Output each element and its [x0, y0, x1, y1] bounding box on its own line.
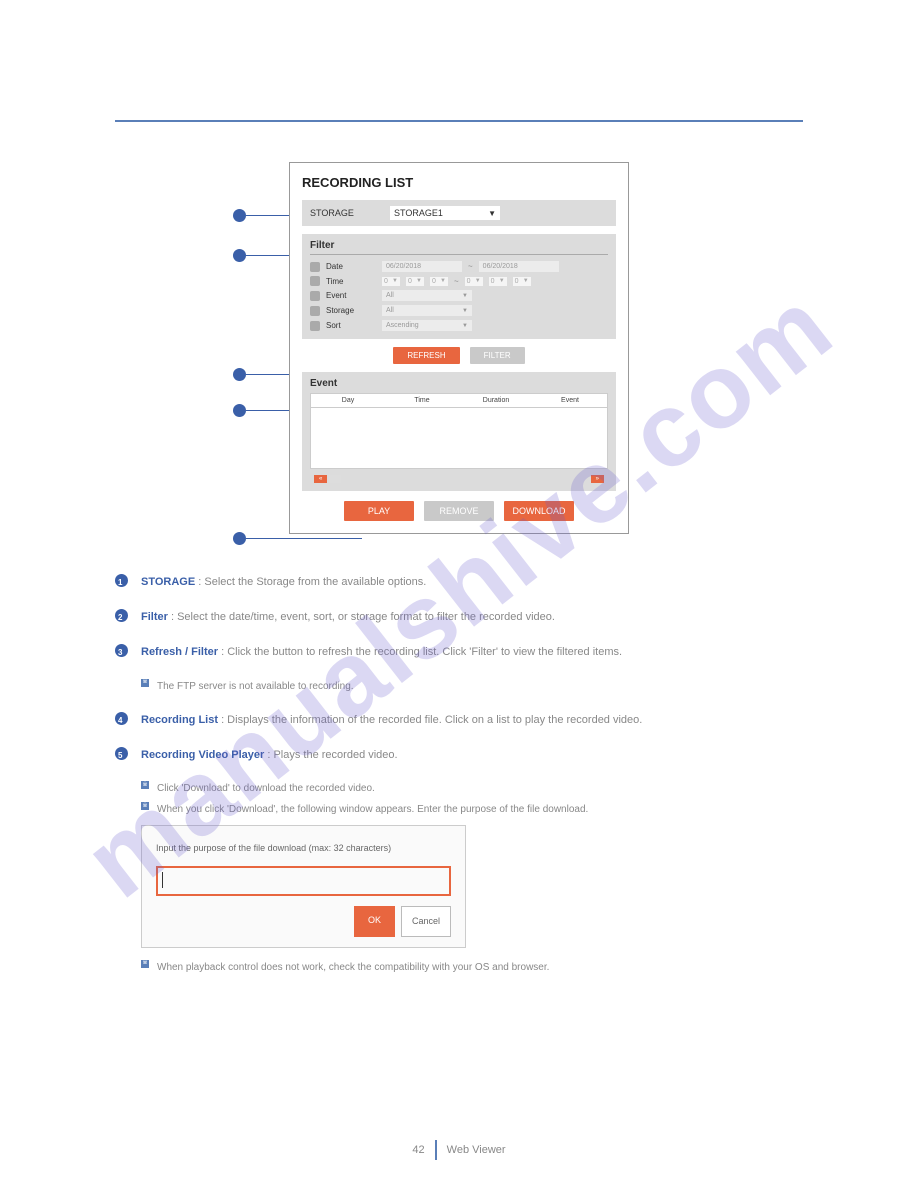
date-to-input[interactable]: 06/20/2018: [479, 261, 559, 272]
action-button-row: PLAY REMOVE DOWNLOAD: [302, 501, 616, 521]
note-icon: ※: [141, 960, 149, 968]
event-label: Event: [310, 378, 608, 389]
subitem-5c: ※ When playback control does not work, c…: [115, 958, 803, 977]
body-text: 1 STORAGE : Select the Storage from the …: [115, 572, 803, 977]
subitem-5b: ※ When you click 'Download', the followi…: [115, 800, 803, 819]
event-select[interactable]: All▼: [382, 290, 472, 301]
callout-5-line: [246, 538, 362, 539]
callout-1-dot: [233, 209, 246, 222]
remove-button[interactable]: REMOVE: [424, 501, 494, 521]
download-dialog: Input the purpose of the file download (…: [141, 825, 466, 947]
table-footer: « »: [310, 469, 608, 485]
page-next-icon[interactable]: »: [591, 475, 604, 483]
time-spin[interactable]: 0▼: [382, 277, 400, 286]
time-spin[interactable]: 0▼: [465, 277, 483, 286]
callout-5-dot: [233, 532, 246, 545]
callout-2-dot: [233, 249, 246, 262]
page-badge: [329, 475, 341, 483]
item-2: 2 Filter : Select the date/time, event, …: [115, 607, 803, 628]
storage-select[interactable]: STORAGE1 ▼: [390, 206, 500, 220]
subitem-3a: ※ The FTP server is not available to rec…: [115, 677, 803, 696]
time-spin[interactable]: 0▼: [513, 277, 531, 286]
download-button[interactable]: DOWNLOAD: [504, 501, 574, 521]
note-icon: ※: [141, 802, 149, 810]
sort-checkbox[interactable]: [310, 321, 320, 331]
filter-button-row: REFRESH FILTER: [302, 347, 616, 364]
filter-row-time: Time 0▼ 0▼ 0▼ ~ 0▼ 0▼ 0▼: [310, 274, 608, 288]
play-button[interactable]: PLAY: [344, 501, 414, 521]
note-icon: ※: [141, 781, 149, 789]
item-5: 5 Recording Video Player : Plays the rec…: [115, 745, 803, 766]
event-block: Event Day Time Duration Event «: [302, 372, 616, 491]
page-footer: 42 Web Viewer: [0, 1140, 918, 1160]
recording-list-panel: RECORDING LIST STORAGE STORAGE1 ▼ Filter…: [289, 162, 629, 534]
filter-button[interactable]: FILTER: [470, 347, 525, 364]
footer-divider: [435, 1140, 437, 1160]
cancel-button[interactable]: Cancel: [401, 906, 451, 937]
filter-label: Filter: [310, 240, 608, 255]
sort-select[interactable]: Ascending▼: [382, 320, 472, 331]
dialog-label: Input the purpose of the file download (…: [156, 840, 451, 857]
date-checkbox[interactable]: [310, 262, 320, 272]
item-4: 4 Recording List : Displays the informat…: [115, 710, 803, 731]
page-number: 42: [412, 1144, 424, 1156]
storage-row: STORAGE STORAGE1 ▼: [302, 200, 616, 226]
time-spin[interactable]: 0▼: [430, 277, 448, 286]
item-1: 1 STORAGE : Select the Storage from the …: [115, 572, 803, 593]
callout-4-dot: [233, 404, 246, 417]
filter-row-date: Date 06/20/2018 ~ 06/20/2018: [310, 259, 608, 274]
item-3: 3 Refresh / Filter : Click the button to…: [115, 642, 803, 663]
dialog-input[interactable]: [156, 866, 451, 896]
event-checkbox[interactable]: [310, 291, 320, 301]
storage-label: STORAGE: [310, 208, 370, 218]
panel-title: RECORDING LIST: [302, 175, 616, 190]
note-icon: ※: [141, 679, 149, 687]
storage-filter-checkbox[interactable]: [310, 306, 320, 316]
storage-filter-select[interactable]: All▼: [382, 305, 472, 316]
page-prev-icon[interactable]: «: [314, 475, 327, 483]
ok-button[interactable]: OK: [354, 906, 395, 937]
callout-3-dot: [233, 368, 246, 381]
chevron-down-icon: ▼: [488, 209, 496, 218]
time-checkbox[interactable]: [310, 276, 320, 286]
filter-row-event: Event All▼: [310, 288, 608, 303]
refresh-button[interactable]: REFRESH: [393, 347, 459, 364]
time-spin[interactable]: 0▼: [406, 277, 424, 286]
filter-row-storage: Storage All▼: [310, 303, 608, 318]
filter-block: Filter Date 06/20/2018 ~ 06/20/2018 Time…: [302, 234, 616, 339]
event-table: Day Time Duration Event: [310, 393, 608, 469]
table-header: Day Time Duration Event: [311, 394, 607, 408]
table-body: [311, 408, 607, 468]
filter-row-sort: Sort Ascending▼: [310, 318, 608, 333]
date-from-input[interactable]: 06/20/2018: [382, 261, 462, 272]
header-rule: [115, 120, 803, 122]
time-spin[interactable]: 0▼: [489, 277, 507, 286]
subitem-5a: ※ Click 'Download' to download the recor…: [115, 779, 803, 798]
footer-text: Web Viewer: [447, 1144, 506, 1156]
